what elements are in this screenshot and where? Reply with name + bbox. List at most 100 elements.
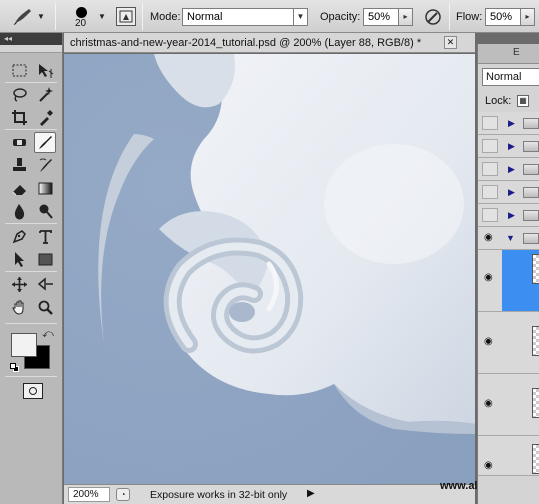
tool-preset-picker[interactable]: ▼ <box>6 6 48 28</box>
hand-icon <box>11 300 23 315</box>
mode-label: Mode: <box>150 11 181 23</box>
history-brush-tool[interactable] <box>34 155 56 176</box>
eye-icon[interactable]: ◉ <box>484 272 493 283</box>
brush-panel-toggle[interactable] <box>116 7 136 26</box>
layer-group-row-expanded[interactable]: ◉ ▼ <box>478 227 539 250</box>
expand-arrow-icon[interactable]: ▶ <box>508 187 515 198</box>
brush-tool[interactable] <box>34 132 56 153</box>
close-document-icon[interactable]: ✕ <box>444 36 457 49</box>
foreground-color-swatch[interactable] <box>11 333 37 357</box>
layer-row[interactable]: ◉ <box>478 312 539 374</box>
document-canvas[interactable] <box>64 54 475 484</box>
crop-tool[interactable] <box>8 107 30 128</box>
expand-arrow-icon[interactable]: ▶ <box>508 210 515 221</box>
layer-blend-mode-select[interactable]: Normal <box>482 68 539 86</box>
panel-grip[interactable] <box>0 45 62 53</box>
layers-panel-tab[interactable]: E <box>478 44 539 64</box>
dodge-tool[interactable] <box>34 201 56 222</box>
eye-icon[interactable]: ◉ <box>484 336 493 347</box>
panel-collapse-bar[interactable]: ◂◂ <box>0 33 62 45</box>
eye-icon[interactable]: ◉ <box>484 398 493 409</box>
quick-mask-button[interactable] <box>23 383 43 399</box>
arrow-pointer-icon <box>14 252 24 267</box>
eye-icon[interactable]: ◉ <box>484 460 493 471</box>
divider <box>5 376 57 377</box>
spot-healing-tool[interactable] <box>8 132 30 153</box>
layer-thumbnail <box>532 326 539 356</box>
layer-row[interactable]: ◉ <box>478 374 539 436</box>
hand-rotate-tool[interactable] <box>8 274 30 295</box>
status-menu-arrow-icon[interactable]: ▶ <box>307 488 315 499</box>
expand-arrow-icon[interactable]: ▶ <box>508 118 515 129</box>
brush-icon <box>13 9 31 25</box>
pressure-opacity-toggle[interactable] <box>423 7 443 27</box>
visibility-toggle[interactable] <box>482 208 498 222</box>
flow-slider-toggle[interactable]: ▸ <box>521 8 535 26</box>
marquee-tool[interactable] <box>8 60 30 81</box>
dodge-icon <box>39 204 53 219</box>
zoom-level-field[interactable]: 200% <box>68 487 110 502</box>
folder-icon <box>523 187 539 198</box>
opacity-field[interactable]: 50% <box>363 8 399 26</box>
move-tool[interactable] <box>34 60 56 81</box>
magic-wand-tool[interactable] <box>34 84 56 105</box>
pen-tool[interactable] <box>8 226 30 247</box>
document-title: christmas-and-new-year-2014_tutorial.psd… <box>70 37 422 49</box>
quick-mask-icon <box>29 387 37 395</box>
gradient-icon <box>38 182 52 195</box>
opacity-slider-toggle[interactable]: ▸ <box>399 8 413 26</box>
color-sampler-tool[interactable] <box>34 274 56 295</box>
visibility-toggle[interactable] <box>482 185 498 199</box>
lasso-icon <box>12 88 27 102</box>
layer-group-row[interactable]: ▶ <box>478 158 539 181</box>
folder-icon <box>523 210 539 221</box>
eraser-icon <box>12 185 26 196</box>
flow-label: Flow: <box>456 11 483 23</box>
clone-stamp-tool[interactable] <box>8 155 30 176</box>
bandage-icon <box>12 139 26 146</box>
lock-transparency-icon[interactable]: ▦ <box>517 95 529 107</box>
flow-field[interactable]: 50% <box>485 8 521 26</box>
layer-row[interactable]: ◉ <box>478 436 539 476</box>
brush-size-picker[interactable]: 20 ▼ <box>70 3 108 31</box>
mode-select[interactable]: Normal <box>182 8 294 26</box>
layer-group-row[interactable]: ▶ <box>478 112 539 135</box>
layer-group-row[interactable]: ▶ <box>478 135 539 158</box>
collapse-icon: ◂◂ <box>4 34 13 43</box>
expand-arrow-icon[interactable]: ▶ <box>508 164 515 175</box>
visibility-toggle[interactable] <box>482 139 498 153</box>
visibility-toggle[interactable] <box>482 162 498 176</box>
eye-icon[interactable]: ◉ <box>484 232 493 243</box>
layer-group-row[interactable]: ▶ <box>478 181 539 204</box>
crop-icon <box>11 110 27 125</box>
lock-label: Lock: <box>485 95 512 107</box>
zoom-tool[interactable] <box>34 297 56 318</box>
layer-group-row[interactable]: ▶ <box>478 204 539 227</box>
collapse-arrow-icon[interactable]: ▼ <box>506 233 515 243</box>
gradient-tool[interactable] <box>34 178 56 199</box>
type-t-icon <box>38 230 52 244</box>
folder-icon <box>523 118 539 129</box>
default-colors-icon[interactable] <box>10 363 19 372</box>
document-info-icon[interactable]: ◔ <box>116 488 130 501</box>
separator <box>142 3 143 30</box>
eyedropper-tool[interactable] <box>34 107 56 128</box>
divider <box>5 271 57 272</box>
eraser-tool[interactable] <box>8 178 30 199</box>
layer-row-selected[interactable]: ◉ <box>478 250 539 312</box>
blur-tool[interactable] <box>8 201 30 222</box>
chevron-down-icon[interactable]: ▼ <box>294 8 308 26</box>
hand-tool[interactable] <box>8 297 30 318</box>
visibility-toggle[interactable] <box>482 116 498 130</box>
path-selection-tool[interactable] <box>8 249 30 270</box>
document-tab[interactable]: christmas-and-new-year-2014_tutorial.psd… <box>64 33 475 53</box>
tools-panel: ◂◂ ⤺ <box>0 33 63 504</box>
type-tool[interactable] <box>34 226 56 247</box>
separator <box>449 3 450 30</box>
stamp-icon <box>12 158 26 171</box>
expand-arrow-icon[interactable]: ▶ <box>508 141 515 152</box>
swap-colors-icon[interactable]: ⤺ <box>42 328 54 341</box>
lasso-tool[interactable] <box>8 84 30 105</box>
separator <box>55 3 56 30</box>
rectangle-tool[interactable] <box>34 249 56 270</box>
